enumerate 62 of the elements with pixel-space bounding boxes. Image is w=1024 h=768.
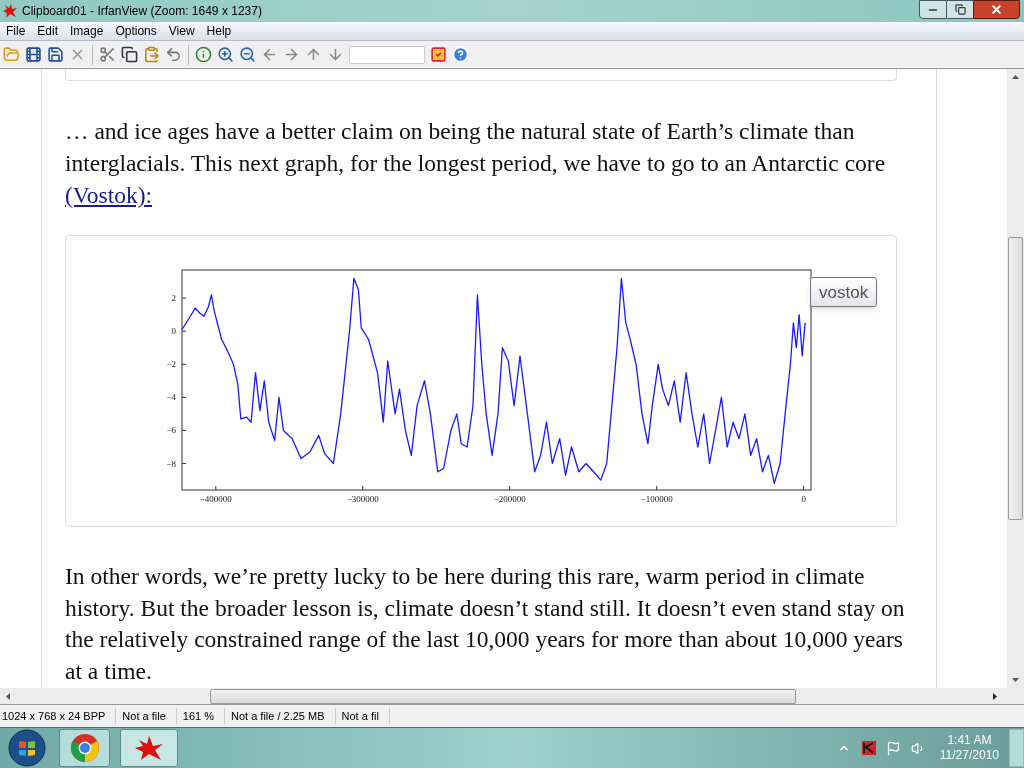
y-tick-label: −6	[166, 425, 176, 436]
link[interactable]: (Vostok):	[65, 182, 153, 208]
zoom-in-icon[interactable]	[217, 46, 234, 63]
flag-icon[interactable]	[885, 740, 901, 756]
save-icon[interactable]	[47, 46, 64, 63]
restore-button[interactable]	[947, 0, 973, 19]
menu-item[interactable]: File	[0, 22, 32, 40]
taskbar-button[interactable]	[120, 729, 178, 767]
open-folder-icon[interactable]	[3, 46, 20, 63]
down-arrow-icon[interactable]	[327, 46, 344, 63]
scroll-down-icon[interactable]	[1012, 678, 1019, 682]
y-tick-label: −2	[166, 359, 176, 370]
close-icon	[990, 3, 1003, 16]
menu-item[interactable]: Image	[64, 22, 110, 40]
x-tick-label: 0	[801, 494, 806, 504]
menu-item[interactable]: Help	[200, 22, 238, 40]
x-tick-label: −300000	[346, 494, 379, 504]
cut-icon[interactable]	[99, 46, 116, 63]
page-input-field[interactable]	[349, 45, 425, 64]
scroll-right-icon[interactable]	[993, 692, 997, 700]
status-field: 1024 x 768 x 24 BPP	[0, 707, 117, 725]
y-tick-label: −8	[166, 458, 176, 469]
minimize-button[interactable]	[919, 0, 947, 19]
copy-icon[interactable]	[121, 46, 138, 63]
menu-item[interactable]: View	[162, 22, 201, 40]
undo-icon[interactable]	[165, 46, 182, 63]
status-field: 161 %	[180, 707, 225, 725]
taskbar-button[interactable]	[59, 729, 110, 767]
up-arrow-icon[interactable]	[305, 46, 322, 63]
scrollbar-thumb[interactable]	[210, 688, 796, 704]
filmstrip-icon[interactable]	[25, 46, 42, 63]
vertical-scrollbar[interactable]	[1007, 69, 1024, 688]
menu-item[interactable]: Options	[109, 22, 163, 40]
restore-icon	[954, 4, 966, 15]
x-tick-label: −100000	[640, 494, 673, 504]
status-field: Not a file	[120, 707, 177, 725]
paragraph: In other words, we’re pretty lucky to be here during this rare, warm period in climate history. But the broader lesson is, climate doesn’t stand still. It doesn’t even stand stay on the relatively constrained range of the last 10,000 years for more than about 10,000 years at a time.	[65, 562, 906, 686]
scroll-up-icon[interactable]	[1012, 75, 1019, 79]
app-logo-icon	[133, 734, 165, 762]
app-logo-icon	[2, 3, 18, 19]
paste-icon[interactable]	[143, 46, 160, 63]
window-title: Clipboard01 - IrfanView (Zoom: 1649 x 1237)	[22, 3, 262, 20]
horizontal-scrollbar[interactable]	[0, 688, 1024, 705]
info-icon[interactable]	[195, 46, 212, 63]
y-tick-label: −4	[166, 392, 176, 403]
paragraph: … and ice ages have a better claim on being the natural state of Earth’s climate than interglacials. This next graph, for the longest period, we have to go to an Antarctic core (Vostok):	[65, 117, 887, 210]
status-field: Not a file / 2.25 MB	[229, 707, 336, 725]
start-button-icon[interactable]	[8, 729, 46, 767]
menu-item[interactable]: Edit	[31, 22, 65, 40]
status-field: Not a fil	[339, 707, 390, 725]
browser-icon	[69, 733, 100, 763]
help-icon[interactable]	[452, 46, 469, 63]
zoom-out-icon[interactable]	[239, 46, 256, 63]
y-tick-label: 0	[171, 326, 176, 337]
close-button[interactable]	[973, 0, 1020, 19]
checkbox-icon[interactable]	[430, 46, 447, 63]
scroll-left-icon[interactable]	[6, 692, 10, 700]
scrollbar-thumb[interactable]	[1008, 237, 1023, 520]
y-tick-label: 2	[171, 293, 176, 304]
x-tick-label: −400000	[199, 494, 232, 504]
tooltip: vostok	[810, 277, 878, 307]
x-tick-label: −200000	[493, 494, 526, 504]
